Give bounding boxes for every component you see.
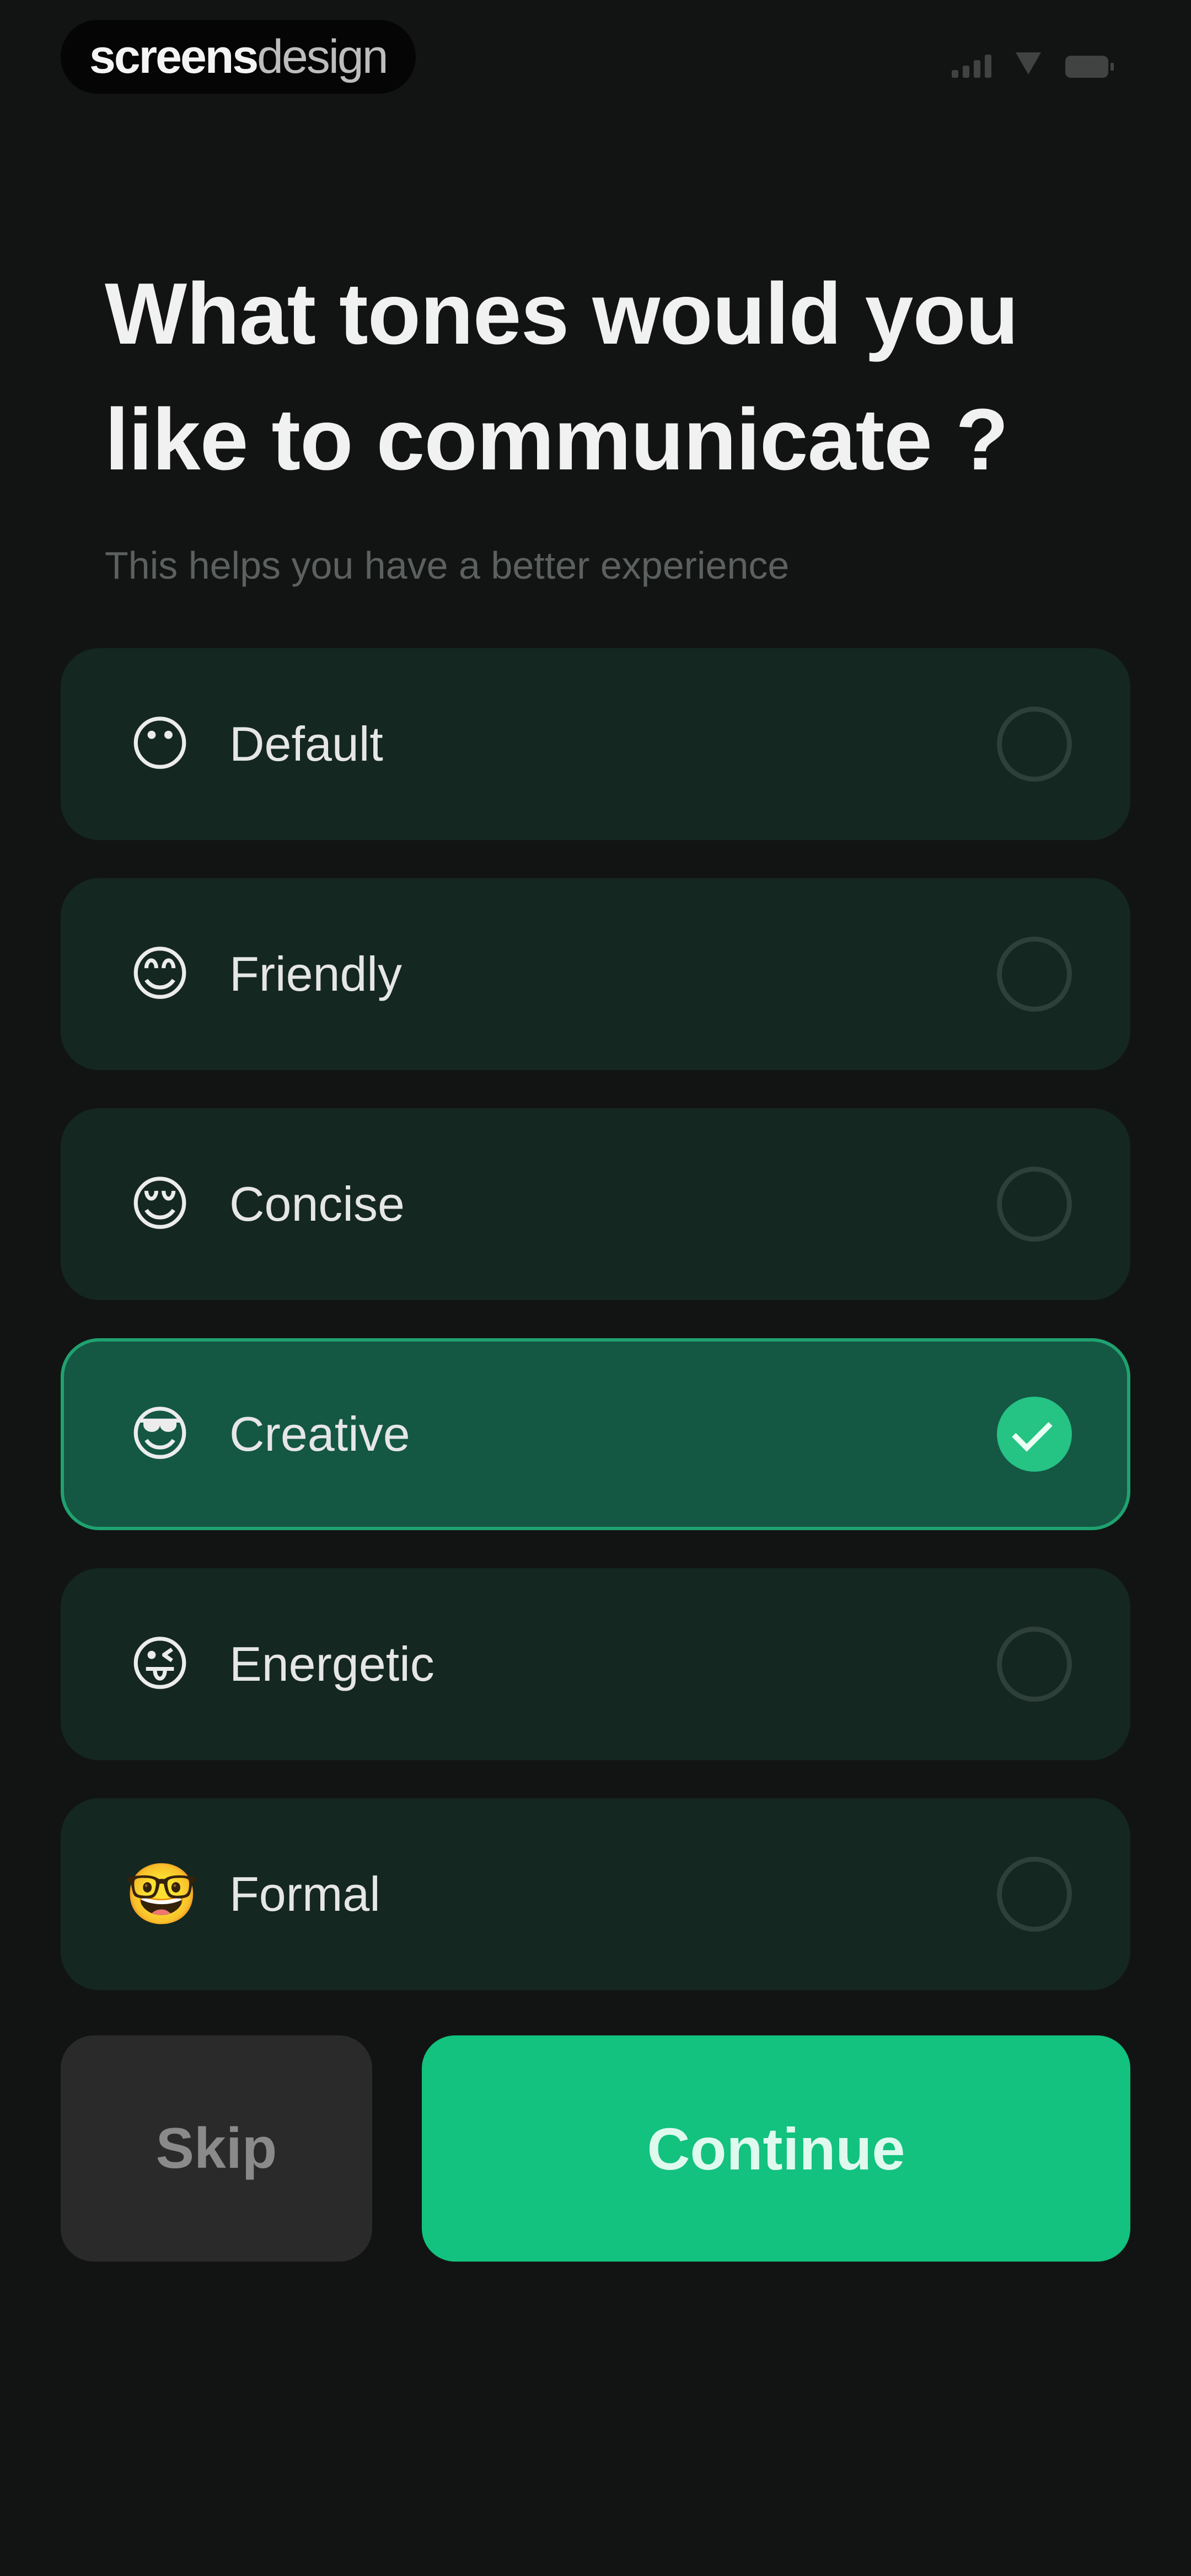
continue-button[interactable]: Continue	[422, 2035, 1130, 2262]
tone-option-label: Creative	[229, 1407, 410, 1461]
tone-option-formal[interactable]: 🤓 Formal	[61, 1798, 1130, 1990]
battery-icon	[1065, 56, 1114, 78]
tone-option-label: Friendly	[229, 947, 402, 1001]
status-icons	[952, 52, 1114, 78]
radio-button-checked[interactable]	[997, 1397, 1072, 1472]
tone-option-label: Default	[229, 717, 383, 771]
page-subtitle: This helps you have a better experience	[105, 544, 790, 587]
brand-logo: screens design	[61, 20, 416, 94]
tone-option-friendly[interactable]: 😊 Friendly	[61, 878, 1130, 1070]
radio-button[interactable]	[997, 1167, 1072, 1242]
neutral-face-emoji-icon: 😶	[128, 710, 191, 777]
tone-option-energetic[interactable]: 😜 Energetic	[61, 1568, 1130, 1760]
tone-option-default[interactable]: 😶 Default	[61, 648, 1130, 840]
radio-button[interactable]	[997, 1857, 1072, 1932]
signal-icon	[952, 54, 991, 78]
radio-button[interactable]	[997, 937, 1072, 1012]
tone-option-label: Concise	[229, 1177, 405, 1231]
wifi-icon	[1016, 52, 1041, 78]
radio-button[interactable]	[997, 1627, 1072, 1702]
relieved-face-emoji-icon: 😌	[128, 1171, 191, 1237]
brand-logo-bold: screens	[89, 30, 259, 83]
tone-option-concise[interactable]: 😌 Concise	[61, 1108, 1130, 1300]
status-bar: screens design	[0, 0, 1191, 121]
radio-button[interactable]	[997, 707, 1072, 782]
tone-option-label: Energetic	[229, 1637, 434, 1691]
page-title: What tones would you like to communicate…	[105, 265, 1018, 488]
tone-options-list: 😶 Default 😊 Friendly 😌 Concise 😎 Creativ…	[61, 648, 1130, 2028]
sunglasses-face-emoji-icon: 😎	[128, 1401, 191, 1467]
brand-logo-light: design	[257, 30, 388, 83]
nerd-face-emoji-icon: 🤓	[125, 1861, 199, 1927]
winking-tongue-face-emoji-icon: 😜	[128, 1631, 191, 1697]
skip-button[interactable]: Skip	[61, 2035, 372, 2262]
tone-option-creative[interactable]: 😎 Creative	[61, 1338, 1130, 1530]
tone-option-label: Formal	[229, 1867, 380, 1921]
smiling-face-emoji-icon: 😊	[128, 940, 191, 1007]
